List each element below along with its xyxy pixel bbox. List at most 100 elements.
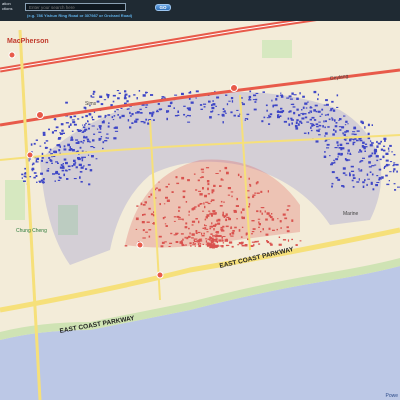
building-blue — [38, 180, 42, 182]
building-blue — [99, 126, 102, 129]
building-red — [171, 191, 174, 193]
building-blue — [322, 125, 324, 128]
building-red — [191, 220, 196, 223]
building-blue — [44, 146, 48, 149]
building-red — [201, 171, 205, 173]
building-blue — [117, 114, 119, 116]
building-red — [205, 167, 210, 169]
building-blue — [368, 161, 371, 164]
building-blue — [237, 115, 240, 117]
building-blue — [71, 119, 75, 121]
building-red — [205, 244, 209, 246]
building-blue — [35, 161, 39, 163]
building-blue — [216, 96, 220, 99]
building-blue — [331, 171, 335, 174]
building-blue — [111, 116, 114, 119]
building-red — [194, 245, 196, 247]
building-blue — [226, 103, 229, 106]
building-blue — [336, 94, 339, 97]
building-blue — [345, 142, 350, 145]
building-red — [211, 199, 215, 202]
building-red — [164, 223, 167, 225]
building-red — [197, 243, 200, 245]
building-red — [140, 202, 143, 206]
building-red — [212, 210, 216, 213]
building-blue — [174, 94, 178, 96]
building-blue — [150, 94, 154, 96]
building-blue — [331, 183, 334, 185]
building-red — [287, 205, 291, 207]
building-blue — [367, 123, 370, 127]
building-blue — [336, 141, 339, 144]
building-blue — [313, 109, 316, 112]
building-blue — [343, 115, 346, 117]
search-input[interactable] — [25, 3, 126, 11]
building-red — [207, 187, 209, 191]
building-red — [181, 241, 183, 245]
building-red — [146, 221, 150, 223]
building-blue — [105, 137, 107, 139]
building-blue — [112, 100, 115, 103]
building-red — [135, 228, 138, 230]
building-blue — [65, 169, 68, 171]
building-blue — [276, 110, 280, 113]
building-blue — [173, 107, 175, 109]
building-blue — [383, 137, 387, 140]
building-red — [225, 218, 228, 222]
building-blue — [367, 132, 370, 136]
building-red — [254, 192, 256, 194]
building-red — [203, 202, 205, 205]
building-blue — [71, 165, 74, 167]
building-blue — [51, 162, 53, 164]
building-red — [219, 205, 223, 207]
building-blue — [389, 171, 392, 173]
building-red — [269, 242, 272, 245]
building-red — [181, 218, 183, 220]
building-red — [220, 200, 223, 203]
building-red — [241, 216, 245, 220]
building-blue — [356, 181, 360, 183]
building-red — [205, 201, 209, 203]
building-blue — [277, 114, 279, 118]
building-red — [260, 231, 262, 233]
building-red — [199, 203, 202, 205]
building-blue — [55, 170, 58, 173]
building-blue — [332, 133, 335, 136]
building-red — [148, 207, 151, 210]
map-view[interactable]: MacPherson EAST COAST PARKWAY EAST COAST… — [0, 21, 400, 400]
go-button[interactable]: GO — [155, 4, 171, 11]
building-blue — [255, 92, 259, 94]
building-blue — [114, 130, 119, 132]
building-red — [227, 194, 231, 196]
building-blue — [342, 172, 346, 175]
building-blue — [366, 183, 368, 186]
building-blue — [77, 141, 80, 144]
building-red — [148, 229, 152, 231]
building-blue — [350, 165, 354, 168]
building-blue — [299, 92, 301, 95]
building-blue — [329, 155, 331, 157]
building-red — [192, 244, 196, 246]
building-blue — [124, 102, 127, 104]
building-blue — [136, 97, 138, 100]
building-red — [265, 233, 269, 236]
building-blue — [323, 120, 325, 123]
building-red — [221, 245, 224, 248]
building-blue — [225, 112, 227, 114]
building-blue — [362, 141, 365, 144]
building-blue — [79, 146, 82, 149]
building-blue — [93, 111, 96, 113]
building-blue — [174, 115, 178, 117]
building-red — [204, 218, 207, 221]
building-red — [163, 203, 166, 205]
building-red — [195, 232, 198, 234]
building-red — [224, 166, 228, 170]
building-blue — [84, 128, 88, 131]
building-red — [190, 245, 192, 247]
building-blue — [314, 104, 318, 107]
building-red — [260, 207, 263, 209]
building-red — [204, 225, 207, 227]
building-blue — [276, 95, 279, 98]
building-blue — [280, 95, 284, 98]
building-blue — [31, 163, 34, 166]
